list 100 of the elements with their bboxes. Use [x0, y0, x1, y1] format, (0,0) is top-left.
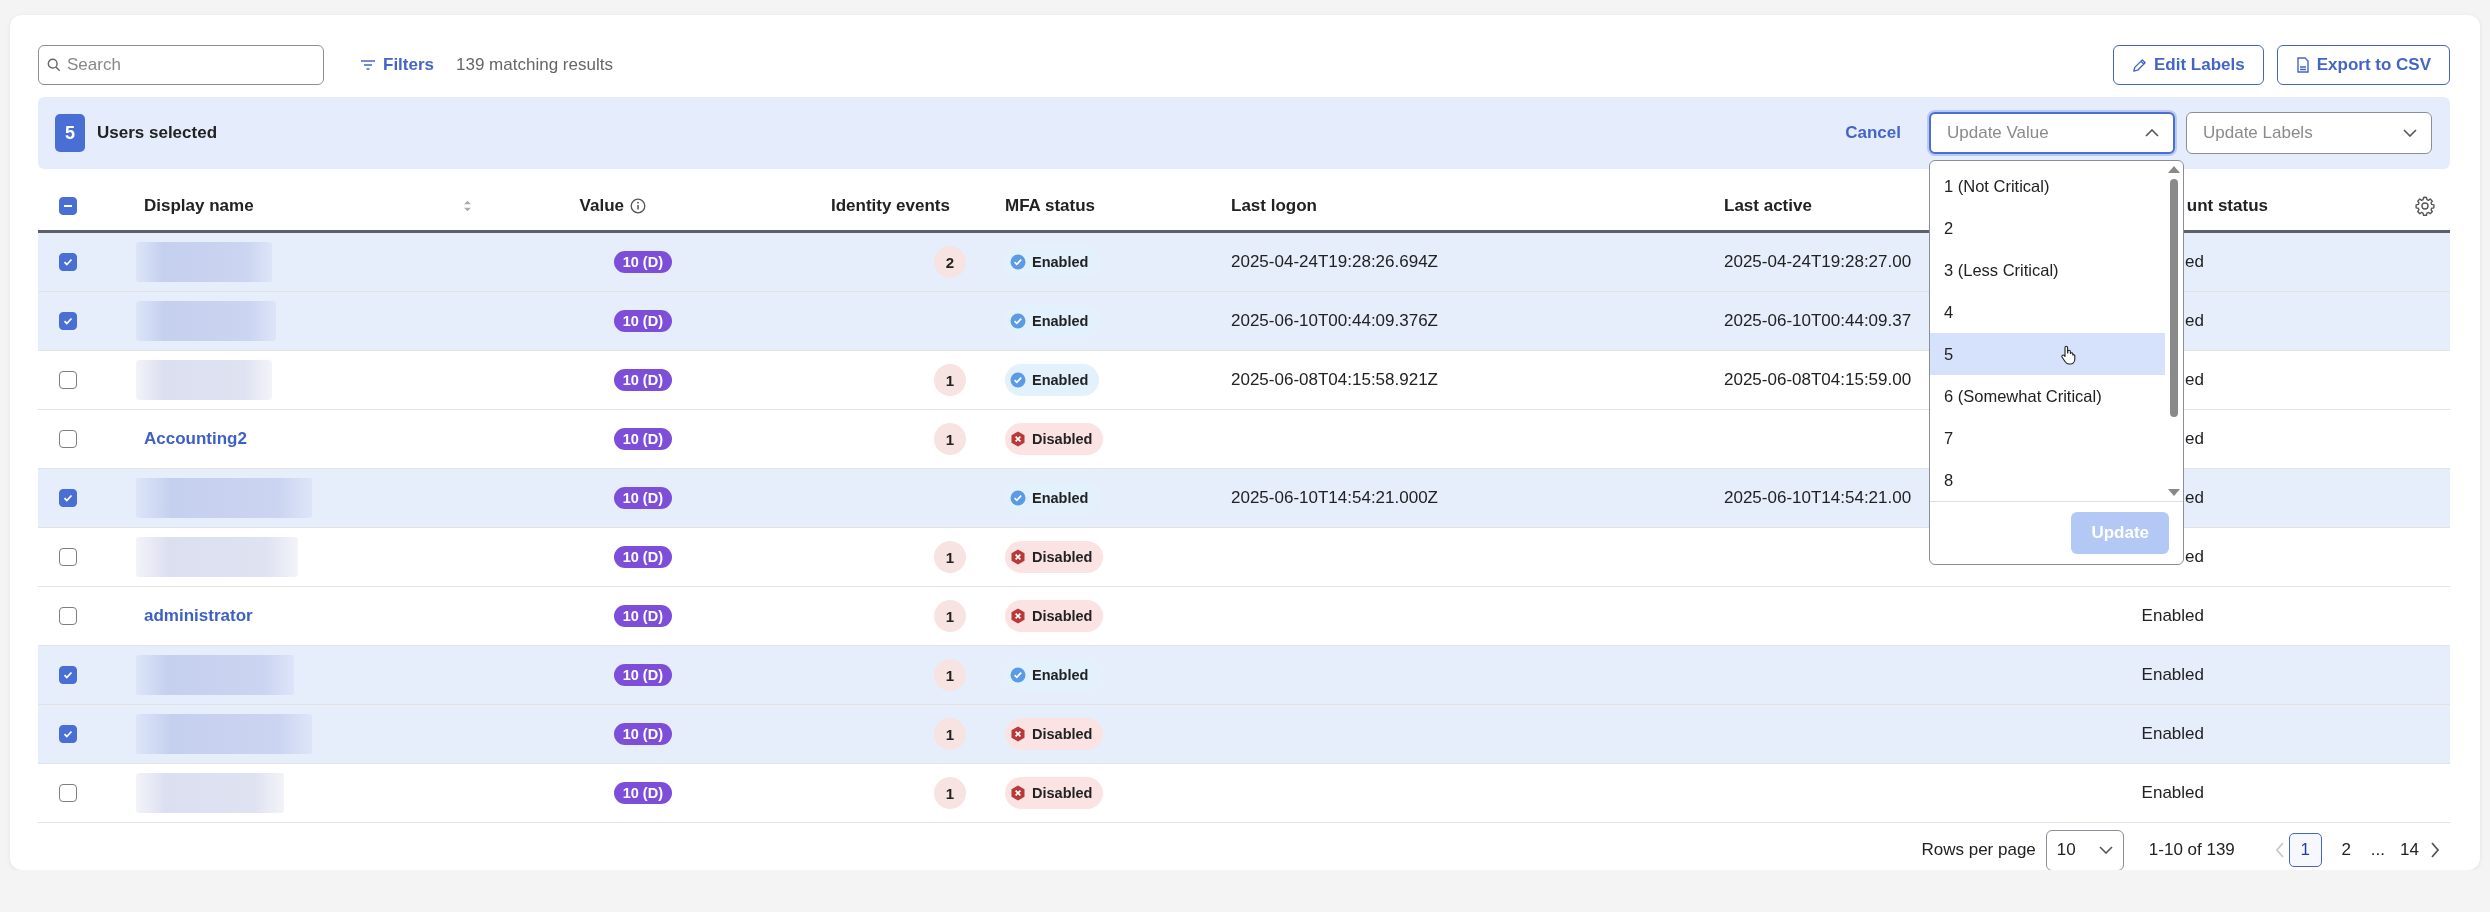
mfa-status-badge: Disabled [1005, 600, 1104, 632]
x-hexagon-icon [1010, 431, 1026, 447]
column-header: Value [579, 195, 624, 216]
mfa-status-badge: Enabled [1005, 364, 1100, 396]
mfa-status-badge: Disabled [1005, 541, 1104, 573]
mfa-status-badge: Disabled [1005, 423, 1104, 455]
event-count-badge: 1 [934, 777, 966, 809]
check-circle-icon [1010, 667, 1026, 683]
search-icon [47, 58, 61, 72]
row-checkbox[interactable] [59, 312, 77, 330]
search-field[interactable]: Search [38, 45, 324, 85]
table-cell: 2025-06-10T00:44:09.376Z [1231, 311, 1438, 331]
settings-icon[interactable] [2414, 194, 2436, 217]
value-badge: 10 (D) [613, 546, 672, 568]
table-cell: 2025-04-24T19:28:26.694Z [1231, 252, 1438, 272]
chevron-icon [2145, 129, 2159, 137]
check-icon [62, 728, 74, 740]
row-checkbox[interactable] [59, 253, 77, 271]
table-cell-text: ed [2184, 370, 2204, 390]
file-icon [2295, 57, 2310, 73]
user-name-link[interactable]: administrator [144, 606, 253, 626]
value-option[interactable]: 6 (Somewhat Critical) [1930, 375, 2165, 417]
page-button[interactable]: 1 [2288, 833, 2322, 867]
table-cell-text: Enabled [2140, 724, 2204, 744]
row-checkbox[interactable] [59, 371, 77, 389]
column-header[interactable]: Display name [144, 195, 254, 216]
row-checkbox[interactable] [59, 725, 77, 743]
value-badge: 10 (D) [613, 428, 672, 450]
cancel-link[interactable]: Cancel [1839, 122, 1907, 144]
selection-label: Users selected [97, 123, 218, 143]
row-checkbox[interactable] [59, 784, 77, 802]
export-csv-button[interactable]: Export to CSV [2276, 45, 2450, 85]
table-cell: 2025-06-08T04:15:58.921Z [1231, 370, 1438, 390]
page-button[interactable]: 2 [2329, 833, 2363, 867]
value-badge: 10 (D) [613, 723, 672, 745]
mfa-status-badge: Disabled [1005, 777, 1104, 809]
table-cell: 2025-06-10T14:54:21.000Z [1231, 488, 1438, 508]
x-hexagon-icon [1010, 785, 1026, 801]
value-option[interactable]: 8 [1930, 459, 2165, 501]
value-badge: 10 (D) [613, 369, 672, 391]
filter-icon [360, 59, 376, 71]
check-circle-icon [1010, 254, 1026, 270]
row-checkbox[interactable] [59, 489, 77, 507]
row-checkbox[interactable] [59, 430, 77, 448]
value-option[interactable]: 2 [1930, 207, 2165, 249]
value-option[interactable]: 4 [1930, 291, 2165, 333]
table-cell-text: ed [2184, 488, 2204, 508]
check-icon [62, 492, 74, 504]
page-button[interactable]: 14 [2393, 833, 2426, 867]
filters-button[interactable]: Filters [356, 51, 439, 79]
value-option[interactable]: 1 (Not Critical) [1930, 165, 2165, 207]
page-ellipsis: ... [2369, 839, 2386, 861]
result-count: 139 matching results [456, 55, 613, 75]
update-labels-dropdown[interactable]: Update Labels [2186, 112, 2432, 154]
check-circle-icon [1010, 490, 1026, 506]
x-hexagon-icon [1010, 726, 1026, 742]
column-header: unt status [2185, 195, 2268, 216]
check-circle-icon [1010, 372, 1026, 388]
event-count-badge: 1 [934, 659, 966, 691]
pencil-icon [2132, 57, 2147, 73]
table-cell-text: Enabled [2140, 665, 2204, 685]
next-page-icon[interactable] [2430, 842, 2440, 858]
row-checkbox[interactable] [59, 666, 77, 684]
value-badge: 10 (D) [613, 310, 672, 332]
table-cell-text: ed [2184, 547, 2204, 567]
edit-labels-button[interactable]: Edit Labels [2113, 45, 2264, 85]
table-cell-text: Enabled [2140, 606, 2204, 626]
x-hexagon-icon [1010, 608, 1026, 624]
update-value-dropdown[interactable]: Update Value [1929, 112, 2175, 154]
column-header: Last logon [1231, 195, 1317, 216]
chevron-icon [2098, 846, 2113, 854]
table-cell: 2025-06-10T00:44:09.37 [1724, 311, 1912, 331]
table-cell-text: ed [2184, 311, 2204, 331]
column-header: Identity events [830, 195, 950, 216]
value-badge: 10 (D) [613, 605, 672, 627]
event-count-badge: 1 [934, 600, 966, 632]
column-header: Last active [1724, 195, 1812, 216]
value-option[interactable]: 3 (Less Critical) [1930, 249, 2165, 291]
event-count-badge: 1 [934, 364, 966, 396]
row-checkbox[interactable] [59, 607, 77, 625]
check-icon [62, 669, 74, 681]
page-range: 1-10 of 139 [2148, 840, 2235, 860]
user-name-link[interactable]: Accounting2 [144, 429, 247, 449]
info-icon[interactable] [630, 197, 646, 214]
selected-count: 5 [55, 114, 85, 152]
table-cell-text: ed [2184, 429, 2204, 449]
select-all-checkbox[interactable] [59, 196, 77, 215]
row-checkbox[interactable] [59, 548, 77, 566]
mfa-status-badge: Disabled [1005, 718, 1104, 750]
event-count-badge: 1 [934, 423, 966, 455]
event-count-badge: 2 [934, 246, 966, 278]
value-option[interactable]: 7 [1930, 417, 2165, 459]
hand-cursor-icon [2060, 345, 2076, 365]
rows-per-page-label: Rows per page [1921, 840, 2036, 860]
value-option[interactable]: 5 [1930, 333, 2165, 375]
sort-icon[interactable] [463, 198, 472, 213]
table-cell: 2025-04-24T19:28:27.00 [1724, 252, 1912, 272]
check-icon [62, 256, 74, 268]
table-cell-text: ed [2184, 252, 2204, 272]
table-cell: 2025-06-08T04:15:59.00 [1724, 370, 1912, 390]
